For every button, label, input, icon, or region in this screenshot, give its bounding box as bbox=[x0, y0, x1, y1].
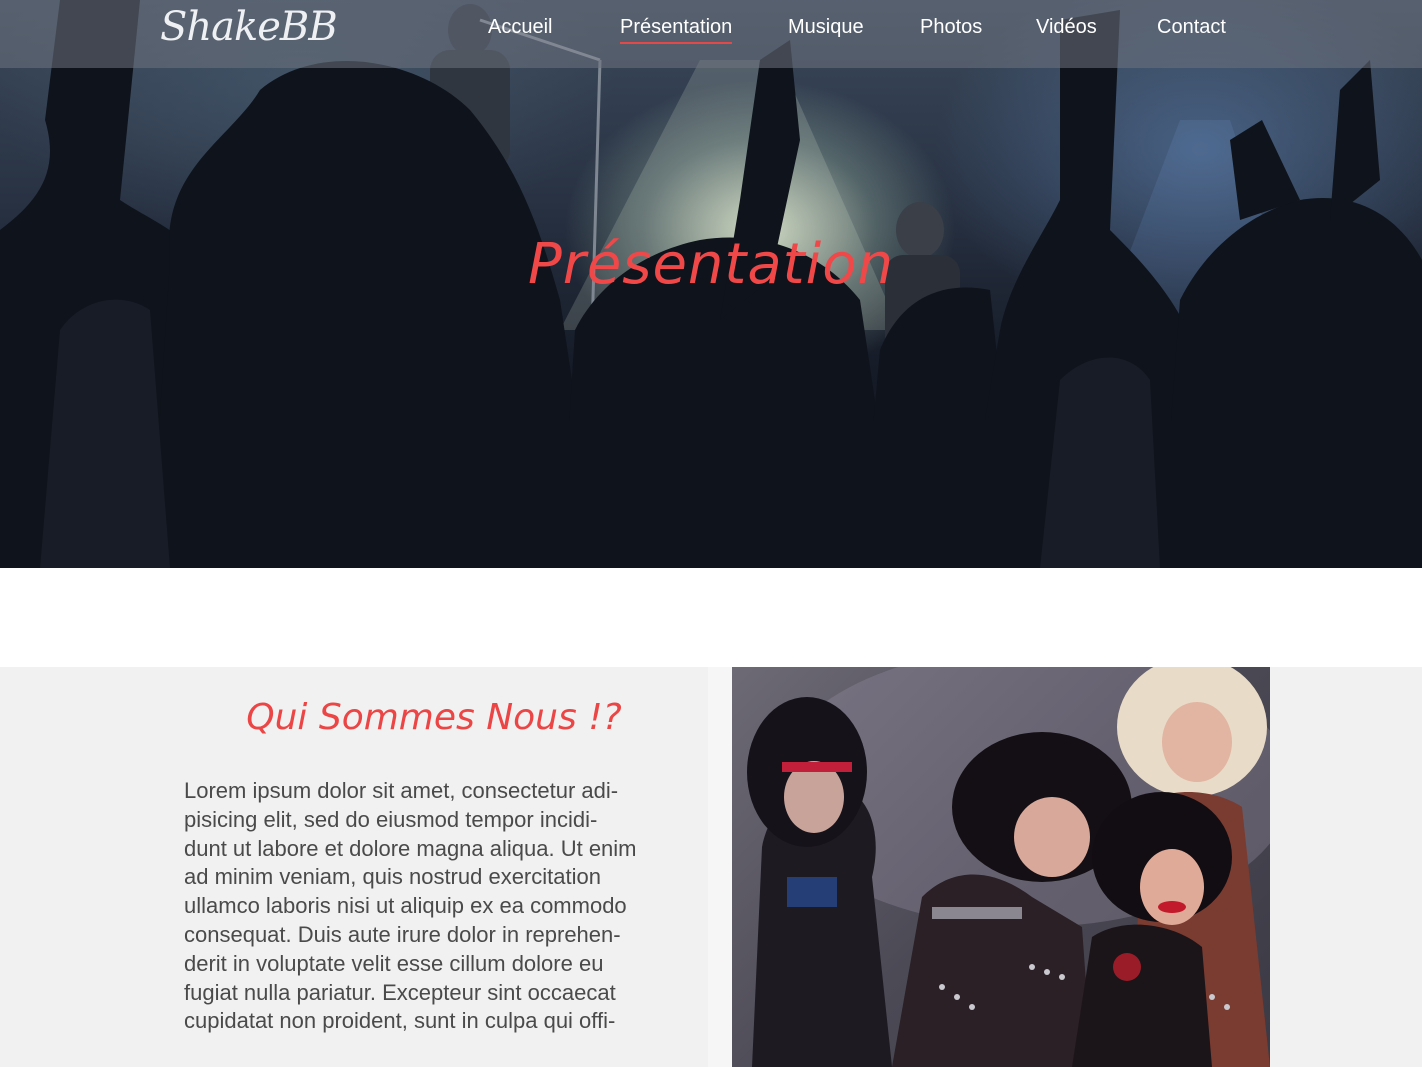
page-title: Présentation bbox=[528, 232, 894, 297]
band-photo bbox=[732, 667, 1270, 1067]
top-navigation-bar: ShakeBB Accueil Présentation Musique Pho… bbox=[0, 0, 1422, 68]
about-line: ad minim veniam, quis nostrud exercitati… bbox=[184, 864, 601, 890]
about-heading: Qui Sommes Nous !? bbox=[246, 697, 622, 738]
nav-item-accueil[interactable]: Accueil bbox=[488, 16, 552, 39]
about-line: Lorem ipsum dolor sit amet, consectetur … bbox=[184, 778, 619, 803]
nav-item-presentation[interactable]: Présentation bbox=[620, 16, 733, 44]
about-section: Qui Sommes Nous !? Lorem ipsum dolor sit… bbox=[0, 667, 1422, 1067]
about-line: cupidatat non proident, sunt in culpa qu… bbox=[184, 1008, 616, 1034]
about-paragraph: Lorem ipsum dolor sit amet, consectetur … bbox=[184, 777, 684, 1036]
nav-item-contact[interactable]: Contact bbox=[1157, 16, 1226, 39]
about-line: dunt ut labore et dolore magna aliqua. U… bbox=[184, 835, 637, 861]
nav-item-videos[interactable]: Vidéos bbox=[1036, 16, 1097, 39]
nav-item-musique[interactable]: Musique bbox=[788, 16, 864, 39]
site-logo[interactable]: ShakeBB bbox=[160, 4, 338, 50]
hero-banner: ShakeBB Accueil Présentation Musique Pho… bbox=[0, 0, 1422, 568]
about-line: pisicing elit, sed do eiusmod tempor inc… bbox=[184, 806, 598, 832]
about-line: fugiat nulla pariatur. Excepteur sint oc… bbox=[184, 979, 616, 1005]
section-divider bbox=[708, 667, 732, 1067]
nav-item-photos[interactable]: Photos bbox=[920, 16, 982, 39]
about-line: ullamco laboris nisi ut aliquip ex ea co… bbox=[184, 893, 627, 919]
about-line: consequat. Duis aute irure dolor in repr… bbox=[184, 921, 621, 947]
about-line: derit in voluptate velit esse cillum dol… bbox=[184, 950, 604, 976]
band-photo-illustration bbox=[747, 667, 1270, 1067]
